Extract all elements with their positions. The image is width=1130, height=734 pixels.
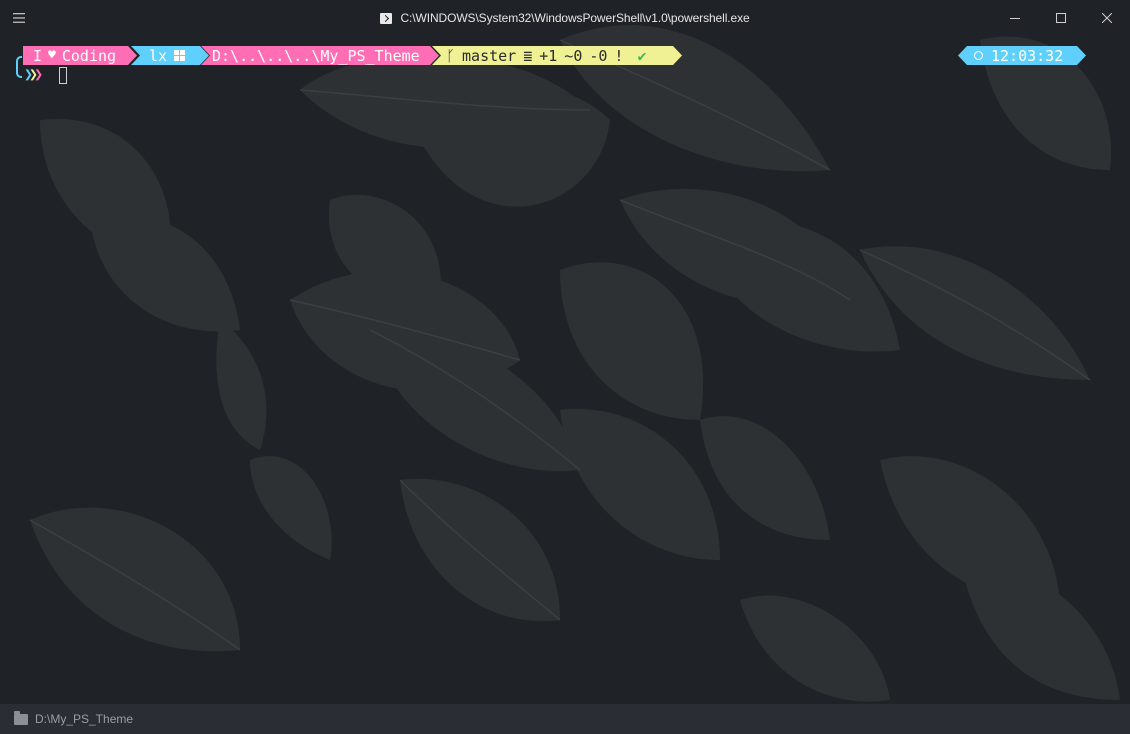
windows-icon xyxy=(174,50,185,61)
check-icon: ✔ xyxy=(637,46,647,65)
git-branch-name: master xyxy=(462,46,517,65)
prompt-bracket xyxy=(16,56,22,78)
git-sync-indicator: ≣ xyxy=(523,46,533,65)
prompt-chevrons: ❯❯❯ xyxy=(24,65,43,83)
minimize-button[interactable] xyxy=(992,0,1038,36)
leaf-background xyxy=(0,0,1130,734)
powershell-icon xyxy=(380,12,393,24)
terminal-cursor[interactable] xyxy=(59,67,67,84)
git-branch-icon: ᚴ xyxy=(446,46,456,65)
prompt-line: I ♥ Coding lx D:\..\..\..\My_PS_Theme ᚴ … xyxy=(0,44,1130,68)
close-button[interactable] xyxy=(1084,0,1130,36)
close-icon xyxy=(1102,13,1112,23)
prompt-segment-path: D:\..\..\..\My_PS_Theme xyxy=(201,46,439,65)
clock-icon xyxy=(974,51,983,60)
hamburger-icon xyxy=(13,13,25,23)
heart-icon: ♥ xyxy=(48,48,56,63)
git-flag: ! xyxy=(614,46,624,65)
folder-icon xyxy=(14,710,28,725)
prompt-text-coding: Coding xyxy=(61,46,117,65)
window-controls xyxy=(992,0,1130,36)
window-title: C:\WINDOWS\System32\WindowsPowerShell\v1… xyxy=(400,11,750,25)
git-added: +1 xyxy=(539,46,558,65)
window-title-wrap: C:\WINDOWS\System32\WindowsPowerShell\v1… xyxy=(0,0,1130,36)
prompt-time-text: 12:03:32 xyxy=(991,46,1064,65)
prompt-segment-git: ᚴ master ≣ +1 ~0 -0 ! ✔ xyxy=(432,46,682,65)
git-modified: ~0 xyxy=(564,46,583,65)
title-bar: C:\WINDOWS\System32\WindowsPowerShell\v1… xyxy=(0,0,1130,36)
hamburger-menu-button[interactable] xyxy=(8,8,30,28)
status-path: D:\My_PS_Theme xyxy=(35,712,134,726)
git-deleted: -0 xyxy=(589,46,608,65)
prompt-path-text: D:\..\..\..\My_PS_Theme xyxy=(212,46,420,65)
prompt-segment-user: I ♥ Coding xyxy=(23,46,137,65)
prompt-segment-host: lx xyxy=(131,46,209,65)
prompt-text-i: I xyxy=(33,46,43,65)
maximize-button[interactable] xyxy=(1038,0,1084,36)
prompt-segment-time: 12:03:32 xyxy=(958,46,1086,65)
minimize-icon xyxy=(1010,18,1020,19)
prompt-host-text: lx xyxy=(149,46,168,65)
chevron-icon-pink: ❯ xyxy=(34,65,43,83)
status-bar: D:\My_PS_Theme xyxy=(0,704,1130,734)
maximize-icon xyxy=(1056,13,1066,23)
